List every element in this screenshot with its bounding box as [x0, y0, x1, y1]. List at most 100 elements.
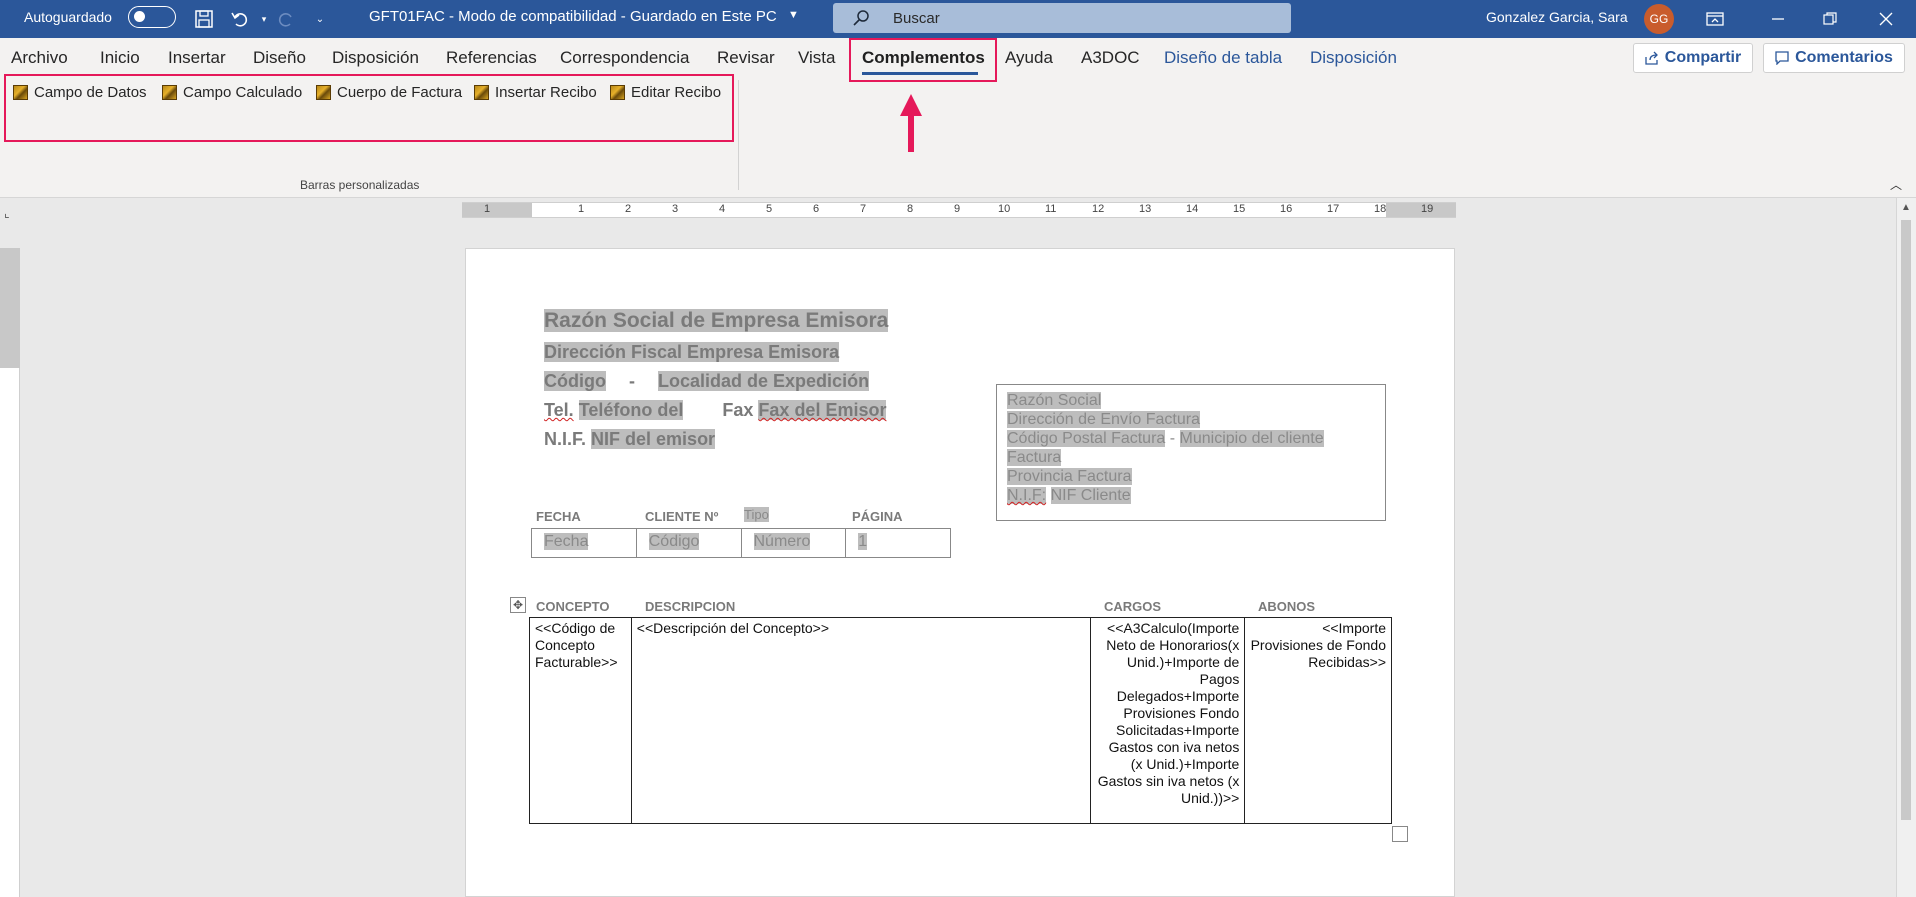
document-title[interactable]: GFT01FAC - Modo de compatibilidad - Guar…: [369, 8, 777, 25]
ruler-margin-top: [0, 248, 20, 368]
cell-cargos[interactable]: <<A3Calculo(Importe Neto de Honorarios(x…: [1091, 618, 1246, 823]
vertical-ruler[interactable]: [0, 248, 20, 897]
ruler-number: 6: [813, 203, 820, 215]
cliente-razon-social: Razón Social: [1007, 392, 1102, 409]
tab-revisar[interactable]: Revisar: [717, 48, 775, 68]
tab-a3doc[interactable]: A3DOC: [1081, 48, 1140, 68]
ruler-number: 1: [578, 203, 585, 215]
user-name[interactable]: Gonzalez Garcia, Sara: [1486, 9, 1628, 25]
ruler-number: 17: [1327, 203, 1340, 215]
tab-insertar[interactable]: Insertar: [168, 48, 226, 68]
chevron-down-icon[interactable]: ▼: [788, 9, 799, 21]
cell-numero: Número: [742, 529, 847, 557]
header-table: Fecha Código Número 1: [531, 528, 951, 558]
avatar[interactable]: GG: [1644, 4, 1674, 34]
share-label: Compartir: [1664, 49, 1742, 66]
cell-codigo: Código: [637, 529, 742, 557]
header-descripcion: DESCRIPCION: [645, 599, 736, 614]
emisor-nif: N.I.F. NIF del emisor: [544, 429, 716, 449]
comment-icon: [1775, 51, 1789, 65]
highlight-box-commands: [4, 74, 734, 142]
cell-concepto[interactable]: <<Código de Concepto Facturable>>: [530, 618, 632, 823]
emisor-telefono-fax: Tel. Teléfono del Fax Fax del Emisor: [544, 400, 887, 420]
tab-archivo[interactable]: Archivo: [11, 48, 68, 68]
tab-correspondencia[interactable]: Correspondencia: [560, 48, 689, 68]
header-cliente: CLIENTE Nº: [645, 509, 719, 524]
tab-ayuda[interactable]: Ayuda: [1005, 48, 1053, 68]
header-abonos: ABONOS: [1258, 599, 1316, 614]
header-tipo: Tipo: [744, 507, 769, 522]
autosave-toggle[interactable]: [128, 6, 176, 28]
document-page[interactable]: Razón Social de Empresa Emisora Direcció…: [465, 248, 1455, 897]
ruler-number: 18: [1374, 203, 1387, 215]
redo-icon[interactable]: [272, 5, 300, 33]
toggle-knob: [134, 11, 145, 22]
share-button[interactable]: Compartir: [1633, 43, 1753, 73]
cliente-direccion: Dirección de Envío Factura: [1007, 411, 1200, 428]
cell-fecha: Fecha: [532, 529, 637, 557]
search-box[interactable]: Buscar: [833, 3, 1291, 33]
ruler-number: 19: [1421, 203, 1434, 215]
header-fecha: FECHA: [536, 509, 581, 524]
scroll-up-icon[interactable]: ▲: [1901, 202, 1911, 213]
tab-inicio[interactable]: Inicio: [100, 48, 140, 68]
group-separator: [738, 80, 739, 190]
group-label: Barras personalizadas: [300, 178, 420, 192]
ruler-number: 16: [1280, 203, 1293, 215]
tab-selector-icon[interactable]: ⌞: [4, 206, 10, 220]
ruler-number: 3: [672, 203, 679, 215]
pointer-arrow-icon: [900, 94, 922, 152]
scroll-thumb[interactable]: [1901, 220, 1911, 820]
ruler-number: 7: [860, 203, 867, 215]
minimize-icon[interactable]: [1763, 4, 1793, 34]
collapse-ribbon-icon[interactable]: ︿: [1890, 176, 1902, 193]
cliente-nif-label: N.I.F:: [1007, 487, 1047, 504]
tab-diseno-de-tabla[interactable]: Diseño de tabla: [1164, 48, 1282, 68]
emisor-razon-social: Razón Social de Empresa Emisora: [544, 309, 889, 332]
ruler-number: 4: [719, 203, 726, 215]
emisor-codigo-localidad: Código - Localidad de Expedición: [544, 371, 870, 391]
title-bar: Autoguardado ▾ ⌄ GFT01FAC - Modo de comp…: [0, 0, 1916, 38]
cell-abonos[interactable]: <<Importe Provisiones de Fondo Recibidas…: [1245, 618, 1391, 823]
horizontal-ruler[interactable]: 1 1 2 3 4 5 6 7 8 9 10 11 12 13 14 15 16…: [462, 202, 1456, 218]
comments-label: Comentarios: [1795, 49, 1893, 66]
emisor-direccion: Dirección Fiscal Empresa Emisora: [544, 342, 840, 362]
save-icon[interactable]: [190, 5, 218, 33]
ruler-number: 12: [1092, 203, 1105, 215]
customize-toolbar-icon[interactable]: ⌄: [306, 5, 334, 33]
restore-icon[interactable]: [1815, 4, 1845, 34]
cliente-municipio: Municipio del cliente: [1179, 430, 1324, 447]
cell-descripcion[interactable]: <<Descripción del Concepto>>: [632, 618, 1091, 823]
tab-diseno[interactable]: Diseño: [253, 48, 306, 68]
cliente-nif: NIF Cliente: [1050, 487, 1131, 504]
vertical-scrollbar[interactable]: ▲: [1896, 198, 1916, 897]
tab-disposicion[interactable]: Disposición: [332, 48, 419, 68]
ruler-number: 11: [1045, 203, 1057, 215]
cliente-factura: Factura: [1007, 449, 1062, 466]
highlight-box-tab: [849, 38, 997, 82]
table-move-icon[interactable]: ✥: [510, 597, 526, 613]
cliente-cp: Código Postal Factura: [1007, 430, 1166, 447]
tab-disposicion-tabla[interactable]: Disposición: [1310, 48, 1397, 68]
header-pagina: PÁGINA: [852, 509, 903, 524]
ruler-number: 10: [998, 203, 1011, 215]
ruler-number: 9: [954, 203, 961, 215]
ribbon-display-icon[interactable]: [1700, 4, 1730, 34]
search-icon: [853, 9, 871, 30]
header-cargos: CARGOS: [1104, 599, 1162, 614]
header-concepto: CONCEPTO: [536, 599, 610, 614]
cell-pagina: 1: [858, 533, 868, 550]
comments-button[interactable]: Comentarios: [1763, 43, 1905, 73]
table-resize-handle[interactable]: [1392, 826, 1408, 842]
ruler-number: 5: [766, 203, 773, 215]
tab-vista[interactable]: Vista: [798, 48, 836, 68]
search-placeholder: Buscar: [893, 10, 940, 27]
tab-referencias[interactable]: Referencias: [446, 48, 537, 68]
autosave-label: Autoguardado: [24, 9, 112, 25]
share-icon: [1645, 51, 1658, 65]
cliente-provincia: Provincia Factura: [1007, 468, 1132, 485]
ruler-number: 8: [907, 203, 914, 215]
close-icon[interactable]: [1871, 4, 1901, 34]
cliente-box: Razón Social Dirección de Envío Factura …: [996, 384, 1386, 521]
ruler-number: 15: [1233, 203, 1246, 215]
